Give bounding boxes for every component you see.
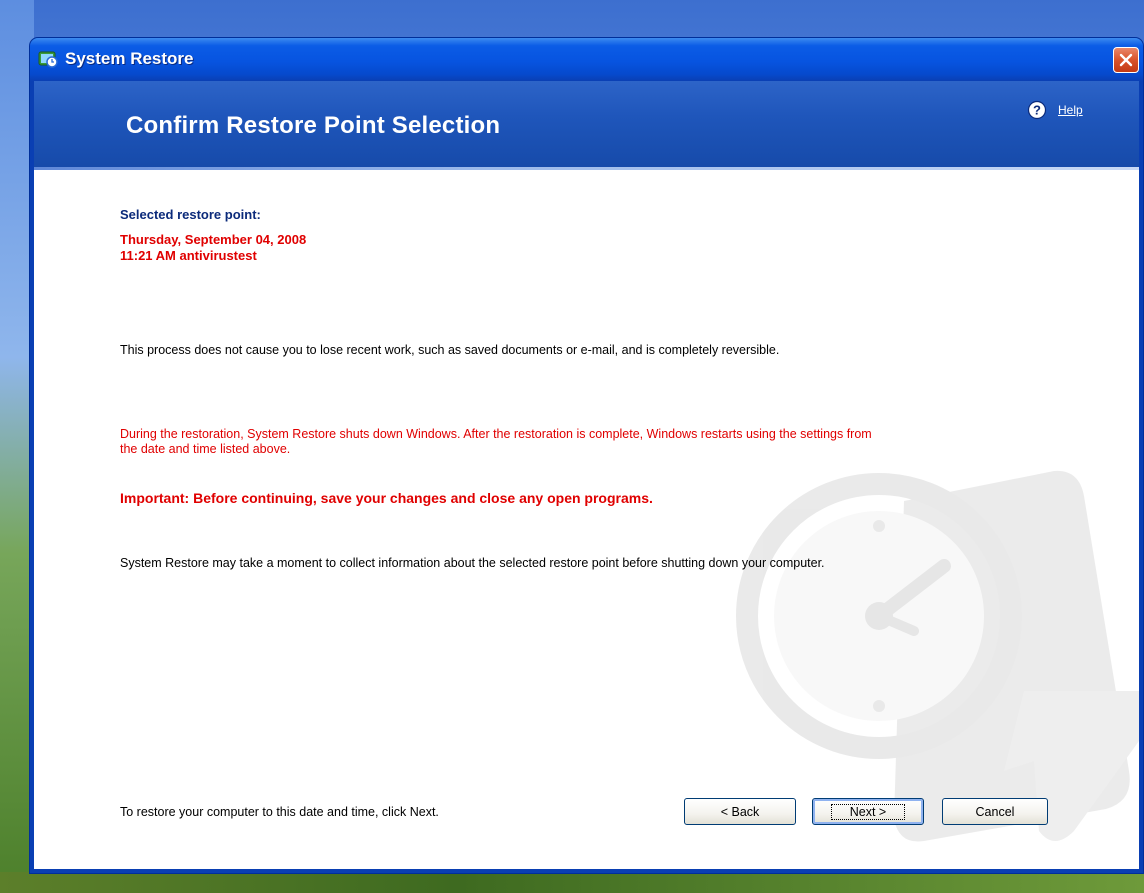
title-bar[interactable]: System Restore — [30, 38, 1143, 81]
reversible-info-text: This process does not cause you to lose … — [120, 343, 780, 357]
footer-instruction: To restore your computer to this date an… — [120, 805, 439, 819]
back-button-label: < Back — [720, 804, 760, 819]
desktop-taskbar-edge — [0, 872, 1144, 893]
restore-point-name: 11:21 AM antivirustest — [120, 248, 257, 263]
selected-restore-point-label: Selected restore point: — [120, 207, 261, 222]
system-restore-window: System Restore Confirm Restore Point Sel… — [30, 38, 1143, 873]
page-title: Confirm Restore Point Selection — [126, 112, 501, 139]
back-button[interactable]: < Back — [684, 798, 796, 825]
svg-text:?: ? — [1033, 103, 1041, 118]
restore-point-date: Thursday, September 04, 2008 — [120, 232, 307, 247]
shutdown-warning-text: During the restoration, System Restore s… — [120, 427, 872, 456]
important-warning-text: Important: Before continuing, save your … — [120, 490, 653, 506]
help-link[interactable]: Help — [1058, 103, 1083, 117]
next-button-label: Next > — [830, 803, 906, 820]
next-button[interactable]: Next > — [812, 798, 924, 825]
cancel-button[interactable]: Cancel — [942, 798, 1048, 825]
cancel-button-label: Cancel — [975, 804, 1015, 819]
header-separator — [34, 167, 1139, 170]
wizard-page: Confirm Restore Point Selection ? Help S… — [34, 81, 1139, 869]
system-restore-icon — [37, 48, 59, 70]
close-button[interactable] — [1113, 47, 1139, 73]
help-question-icon[interactable]: ? — [1027, 100, 1047, 120]
desktop-background — [0, 0, 34, 893]
window-title: System Restore — [65, 49, 194, 68]
collect-info-text: System Restore may take a moment to coll… — [120, 556, 825, 570]
